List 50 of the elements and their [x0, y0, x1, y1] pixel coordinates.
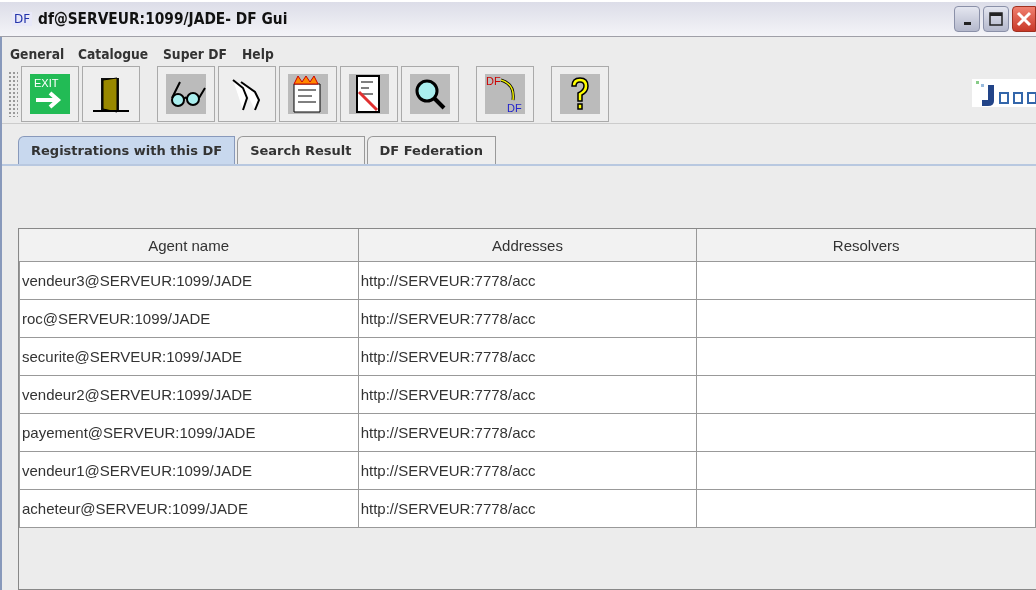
toolbar-button[interactable]	[551, 66, 609, 122]
table-cell: http://SERVEUR:7778/acc	[358, 375, 697, 414]
toolbar-button[interactable]	[401, 66, 459, 122]
tab[interactable]: Registrations with this DF	[18, 136, 236, 164]
table-cell: acheteur@SERVEUR:1099/JADE	[19, 489, 359, 528]
crossed-page-icon	[349, 74, 389, 114]
maximize-icon	[989, 12, 1003, 26]
table-cell: vendeur3@SERVEUR:1099/JADE	[19, 261, 359, 300]
app-icon: DF	[12, 12, 33, 26]
close-icon	[1016, 11, 1032, 27]
table-cell: http://SERVEUR:7778/acc	[358, 451, 697, 490]
table-cell: vendeur1@SERVEUR:1099/JADE	[19, 451, 359, 490]
table-cell: http://SERVEUR:7778/acc	[358, 261, 697, 300]
logo-icon	[972, 79, 1036, 109]
toolbar-button[interactable]	[279, 66, 337, 122]
column-header[interactable]: Resolvers	[696, 229, 1036, 262]
toolbar-button[interactable]	[218, 66, 276, 122]
maximize-button[interactable]	[983, 6, 1009, 32]
minimize-icon	[963, 21, 971, 25]
table-cell: securite@SERVEUR:1099/JADE	[19, 337, 359, 376]
toolbar-button[interactable]	[82, 66, 140, 122]
toolbar-button[interactable]: DF DF	[476, 66, 534, 122]
menu-item[interactable]: Super DF	[163, 43, 228, 65]
table-cell: http://SERVEUR:7778/acc	[358, 299, 697, 338]
table-cell: roc@SERVEUR:1099/JADE	[19, 299, 359, 338]
column-header[interactable]: Addresses	[358, 229, 697, 262]
menu-item[interactable]: General	[10, 43, 65, 65]
toolbar-button[interactable]	[340, 66, 398, 122]
search-icon	[410, 74, 450, 114]
door-icon	[91, 74, 131, 114]
minimize-button[interactable]	[954, 6, 980, 32]
table-cell: http://SERVEUR:7778/acc	[358, 337, 697, 376]
tab[interactable]: Search Result	[237, 136, 365, 164]
menu-item[interactable]: Help	[241, 43, 274, 65]
tab[interactable]: DF Federation	[366, 136, 497, 164]
column-header[interactable]: Agent name	[19, 229, 359, 262]
table-cell: http://SERVEUR:7778/acc	[358, 413, 697, 452]
close-button[interactable]	[1012, 6, 1036, 32]
glasses-icon	[166, 74, 206, 114]
exit-sign-icon: EXIT	[30, 74, 70, 114]
table-cell: vendeur2@SERVEUR:1099/JADE	[19, 375, 359, 414]
burning-page-icon	[288, 74, 328, 114]
toolbar-grip[interactable]	[8, 71, 18, 117]
table-cell: payement@SERVEUR:1099/JADE	[19, 413, 359, 452]
table-cell: http://SERVEUR:7778/acc	[358, 489, 697, 528]
menu-item[interactable]: Catalogue	[77, 43, 148, 65]
toolbar-button[interactable]	[157, 66, 215, 122]
window-title: df@SERVEUR:1099/JADE- DF Gui	[38, 10, 289, 28]
federate-icon: DF DF	[485, 74, 525, 114]
help-icon	[560, 74, 600, 114]
